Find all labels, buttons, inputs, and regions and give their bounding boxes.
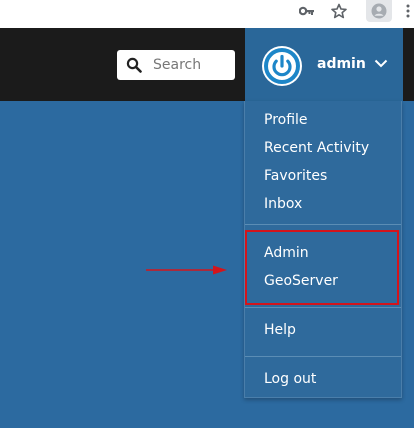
highlight-annotation (245, 230, 399, 305)
menu-item-logout[interactable]: Log out (264, 371, 316, 387)
power-icon (264, 48, 300, 84)
star-icon[interactable] (328, 0, 350, 22)
menu-item-favorites[interactable]: Favorites (264, 168, 327, 184)
search-icon (126, 57, 142, 73)
person-icon (371, 3, 387, 19)
user-name: admin (317, 56, 366, 72)
browser-profile-button[interactable] (366, 0, 392, 22)
menu-item-help[interactable]: Help (264, 322, 296, 338)
menu-item-inbox[interactable]: Inbox (264, 196, 302, 212)
menu-divider (245, 224, 401, 225)
menu-item-recent-activity[interactable]: Recent Activity (264, 140, 369, 156)
arrow-right-icon (146, 265, 227, 275)
search-input[interactable] (153, 54, 231, 76)
browser-toolbar (0, 0, 414, 28)
user-menu-toggle[interactable]: admin (245, 28, 403, 101)
chevron-down-icon (374, 59, 388, 68)
key-icon[interactable] (296, 0, 318, 22)
browser-menu-icon[interactable] (402, 0, 414, 22)
menu-item-profile[interactable]: Profile (264, 112, 308, 128)
search-box[interactable] (117, 50, 235, 80)
menu-divider (245, 307, 401, 308)
avatar (262, 46, 302, 86)
menu-divider (245, 356, 401, 357)
